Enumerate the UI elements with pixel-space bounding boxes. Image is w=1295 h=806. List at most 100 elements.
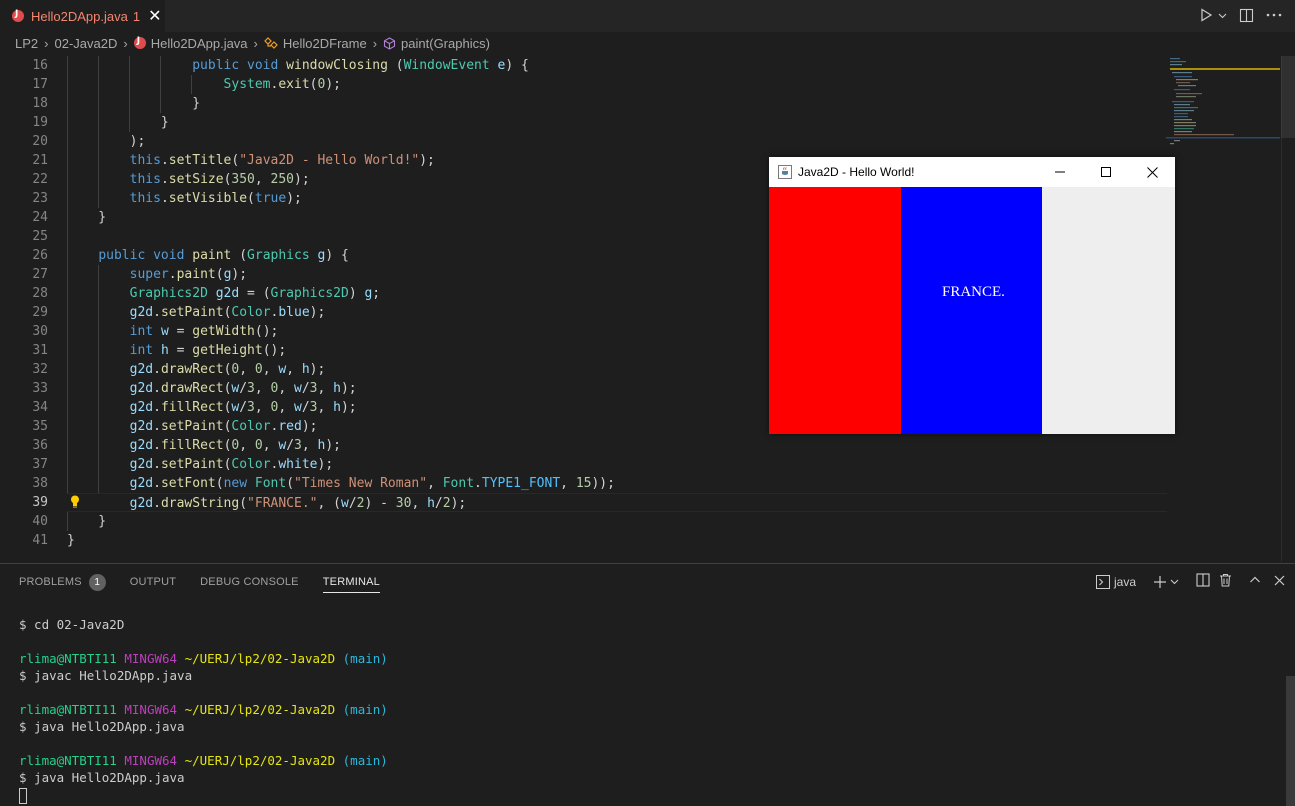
flag-red-stripe <box>769 187 901 434</box>
editor-tab-hello2dapp[interactable]: Hello2DApp.java 1 ✕ <box>0 0 165 32</box>
maximize-button[interactable] <box>1083 157 1129 187</box>
breadcrumb-label: 02-Java2D <box>54 35 118 51</box>
breadcrumb-item-lp2[interactable]: LP2 <box>15 36 38 51</box>
java-cup-icon <box>778 165 792 179</box>
line-number: 35 <box>32 419 48 434</box>
prompt-host: MINGW64 <box>124 753 178 768</box>
terminal-prompt: rlima@NTBTI11 MINGW64 ~/UERJ/lp2/02-Java… <box>19 752 388 769</box>
line-number: 33 <box>32 381 48 396</box>
breadcrumb-item-class[interactable]: Hello2DFrame <box>264 36 367 51</box>
code-line: g2d.fillRect(0, 0, w/3, h); <box>129 438 341 453</box>
line-number: 25 <box>32 229 48 244</box>
prompt-branch: (main) <box>342 702 388 717</box>
breadcrumb-item-method[interactable]: paint(Graphics) <box>383 36 490 51</box>
terminal-name: java <box>1113 574 1136 589</box>
problems-count-badge: 1 <box>88 573 106 591</box>
line-number: 18 <box>32 96 48 111</box>
breadcrumb-separator: › <box>44 35 49 51</box>
breadcrumb-separator: › <box>372 35 378 51</box>
terminal-line: $ java Hello2DApp.java <box>19 770 185 785</box>
editor-scroll-thumb[interactable] <box>1281 56 1295 138</box>
close-button[interactable] <box>1129 157 1175 187</box>
line-number: 24 <box>32 210 48 225</box>
maximize-panel-button[interactable] <box>1249 574 1261 589</box>
terminal-icon <box>1095 574 1110 589</box>
prompt-branch: (main) <box>342 651 388 666</box>
breadcrumb-item-folder[interactable]: 02-Java2D <box>54 36 117 51</box>
new-terminal-button[interactable] <box>1153 575 1179 589</box>
method-icon <box>383 36 396 50</box>
code-line: System.exit(0); <box>223 77 341 92</box>
terminal-line: $ java Hello2DApp.java <box>19 719 185 734</box>
prompt-user: rlima@NTBTI11 <box>19 651 117 666</box>
class-icon <box>264 37 278 49</box>
breadcrumb-item-file[interactable]: Hello2DApp.java <box>133 35 248 51</box>
close-panel-button[interactable] <box>1274 575 1285 589</box>
line-number: 32 <box>32 362 48 377</box>
minimize-button[interactable] <box>1037 157 1083 187</box>
split-terminal-button[interactable] <box>1196 573 1210 590</box>
breadcrumb-label: Hello2DApp.java <box>150 35 248 51</box>
tab-problems[interactable]: PROBLEMS 1 <box>19 564 106 600</box>
terminal-selector[interactable]: java <box>1095 574 1136 589</box>
prompt-user: rlima@NTBTI11 <box>19 753 117 768</box>
line-number: 16 <box>32 58 48 73</box>
tab-debug-console[interactable]: DEBUG CONSOLE <box>200 564 299 600</box>
line-number: 29 <box>32 305 48 320</box>
line-number: 17 <box>32 77 48 92</box>
editor-actions <box>1197 6 1283 24</box>
minimap[interactable] <box>1166 56 1280 146</box>
java-app-window[interactable]: Java2D - Hello World! FRANCE. <box>769 157 1175 434</box>
tab-label: TERMINAL <box>322 576 380 588</box>
flag-label: FRANCE. <box>942 284 1005 300</box>
line-number: 19 <box>32 115 48 130</box>
split-editor-icon[interactable] <box>1237 6 1255 24</box>
line-number: 31 <box>32 343 48 358</box>
chevron-up-icon <box>1250 576 1260 583</box>
tab-label: PROBLEMS <box>19 576 82 588</box>
line-number: 28 <box>32 286 48 301</box>
java-window-titlebar[interactable]: Java2D - Hello World! <box>769 157 1175 187</box>
tab-terminal[interactable]: TERMINAL <box>322 564 381 600</box>
kill-terminal-button[interactable] <box>1219 573 1232 590</box>
tab-output[interactable]: OUTPUT <box>130 564 176 600</box>
more-icon[interactable] <box>1265 6 1283 24</box>
line-number: 21 <box>32 153 48 168</box>
java-file-icon <box>133 36 146 49</box>
java-file-icon <box>12 9 24 22</box>
terminal-scrollbar[interactable] <box>1286 676 1295 806</box>
prompt-path: ~/UERJ/lp2/02-Java2D <box>184 753 336 768</box>
run-dropdown-chevron-icon[interactable] <box>1217 6 1227 24</box>
tab-close-icon[interactable]: ✕ <box>148 6 161 26</box>
code-line: ); <box>67 134 146 149</box>
terminal-prompt: rlima@NTBTI11 MINGW64 ~/UERJ/lp2/02-Java… <box>19 701 388 718</box>
code-line-current: g2d.drawString("FRANCE.", (w/2) - 30, h/… <box>67 493 1167 512</box>
breadcrumb-separator: › <box>123 35 128 51</box>
line-number: 40 <box>32 514 48 529</box>
chevron-down-icon <box>1170 579 1179 585</box>
code-line: } <box>67 533 75 548</box>
line-number: 20 <box>32 134 48 149</box>
terminal-cursor <box>19 787 27 804</box>
line-number: 22 <box>32 172 48 187</box>
tab-label: OUTPUT <box>129 576 177 588</box>
java-canvas: FRANCE. <box>769 187 1175 434</box>
terminal-prompt: rlima@NTBTI11 MINGW64 ~/UERJ/lp2/02-Java… <box>19 650 388 667</box>
panel-actions: java <box>1095 573 1285 590</box>
line-number: 27 <box>32 267 48 282</box>
tab-problem-count: 1 <box>132 8 141 24</box>
terminal-input-line[interactable] <box>19 786 388 804</box>
lightbulb-icon[interactable] <box>70 495 80 508</box>
prompt-path: ~/UERJ/lp2/02-Java2D <box>184 651 336 666</box>
terminal-line: $ javac Hello2DApp.java <box>19 668 193 683</box>
breadcrumb-label: LP2 <box>15 35 39 51</box>
close-icon <box>1274 575 1285 585</box>
java-window-controls <box>1037 157 1175 187</box>
terminal-output[interactable]: $ cd 02-Java2D rlima@NTBTI11 MINGW64 ~/U… <box>19 616 388 804</box>
run-icon[interactable] <box>1197 6 1215 24</box>
line-number: 41 <box>32 533 48 548</box>
line-number: 36 <box>32 438 48 453</box>
